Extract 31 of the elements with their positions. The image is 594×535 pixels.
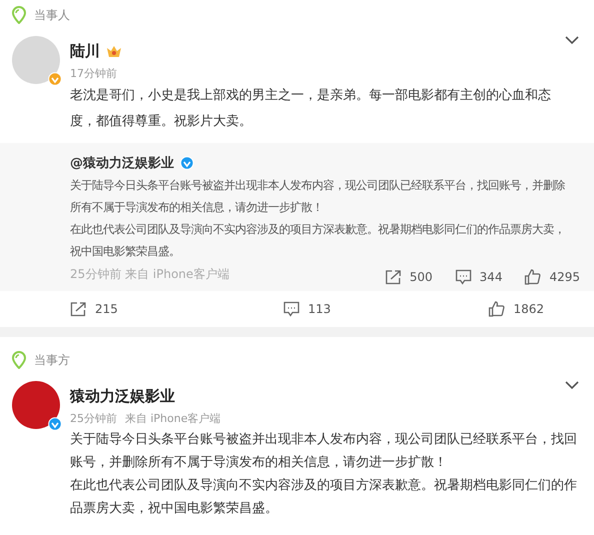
post-meta: 17分钟前 — [70, 66, 117, 81]
comment-count[interactable]: 344 — [454, 269, 502, 285]
location-pin-icon — [12, 351, 26, 369]
repost-text: 在此也代表公司团队及导演向不实内容涉及的项目方深表歉意。祝暑期档电影同仁们的作品票房大卖，祝中国电影繁荣昌盛。 — [70, 222, 566, 260]
repost-text: 关于陆导今日头条平台账号被盗并出现非本人发布内容，现公司团队已经联系平台，找回账号，并删除所有不属于导演发布的相关信息，请勿进一步扩散！ — [70, 178, 566, 216]
thumbs-up-icon — [488, 301, 506, 317]
section-label: 当事人 — [34, 6, 70, 24]
repost-meta: 25分钟前 来自 iPhone客户端 — [70, 266, 230, 282]
post-text: 老沈是哥们，小史是我上部戏的男主之一，是亲弟。每一部电影都有主创的心血和态度，都值得尊重。祝影片大卖。 — [70, 87, 552, 131]
post-meta: 来自 iPhone客户端 — [125, 411, 221, 426]
comment-icon — [283, 301, 300, 317]
share-icon — [384, 269, 402, 285]
share-action[interactable]: 215 — [70, 301, 168, 317]
post-text: 关于陆导今日头条平台账号被盗并出现非本人发布内容，现公司团队已经联系平台，找回账号，并删除所有不属于导演发布的相关信息，请勿进一步扩散！ — [70, 431, 578, 472]
repost-author[interactable]: @猿动力泛娱影业 — [70, 154, 174, 172]
comment-icon — [454, 269, 472, 285]
thumbs-up-icon — [524, 269, 542, 285]
crown-icon — [106, 44, 122, 59]
user-name[interactable]: 陆川 — [70, 42, 100, 61]
location-pin-icon — [12, 6, 26, 24]
post-text: 在此也代表公司团队及导演向不实内容涉及的项目方深表歉意。祝暑期档电影同仁们的作品票房大卖，祝中国电影繁荣昌盛。 — [70, 477, 578, 518]
verified-badge-icon — [180, 156, 194, 170]
like-action[interactable]: 1862 — [488, 301, 594, 317]
section-label: 当事方 — [34, 352, 70, 368]
share-icon — [70, 301, 87, 317]
share-count[interactable]: 500 — [384, 269, 433, 285]
post-meta: 25分钟前 — [70, 411, 117, 426]
user-name[interactable]: 猿动力泛娱影业 — [70, 387, 175, 406]
comment-action[interactable]: 113 — [283, 301, 381, 317]
like-count[interactable]: 4295 — [524, 269, 580, 285]
avatar[interactable] — [12, 381, 60, 429]
